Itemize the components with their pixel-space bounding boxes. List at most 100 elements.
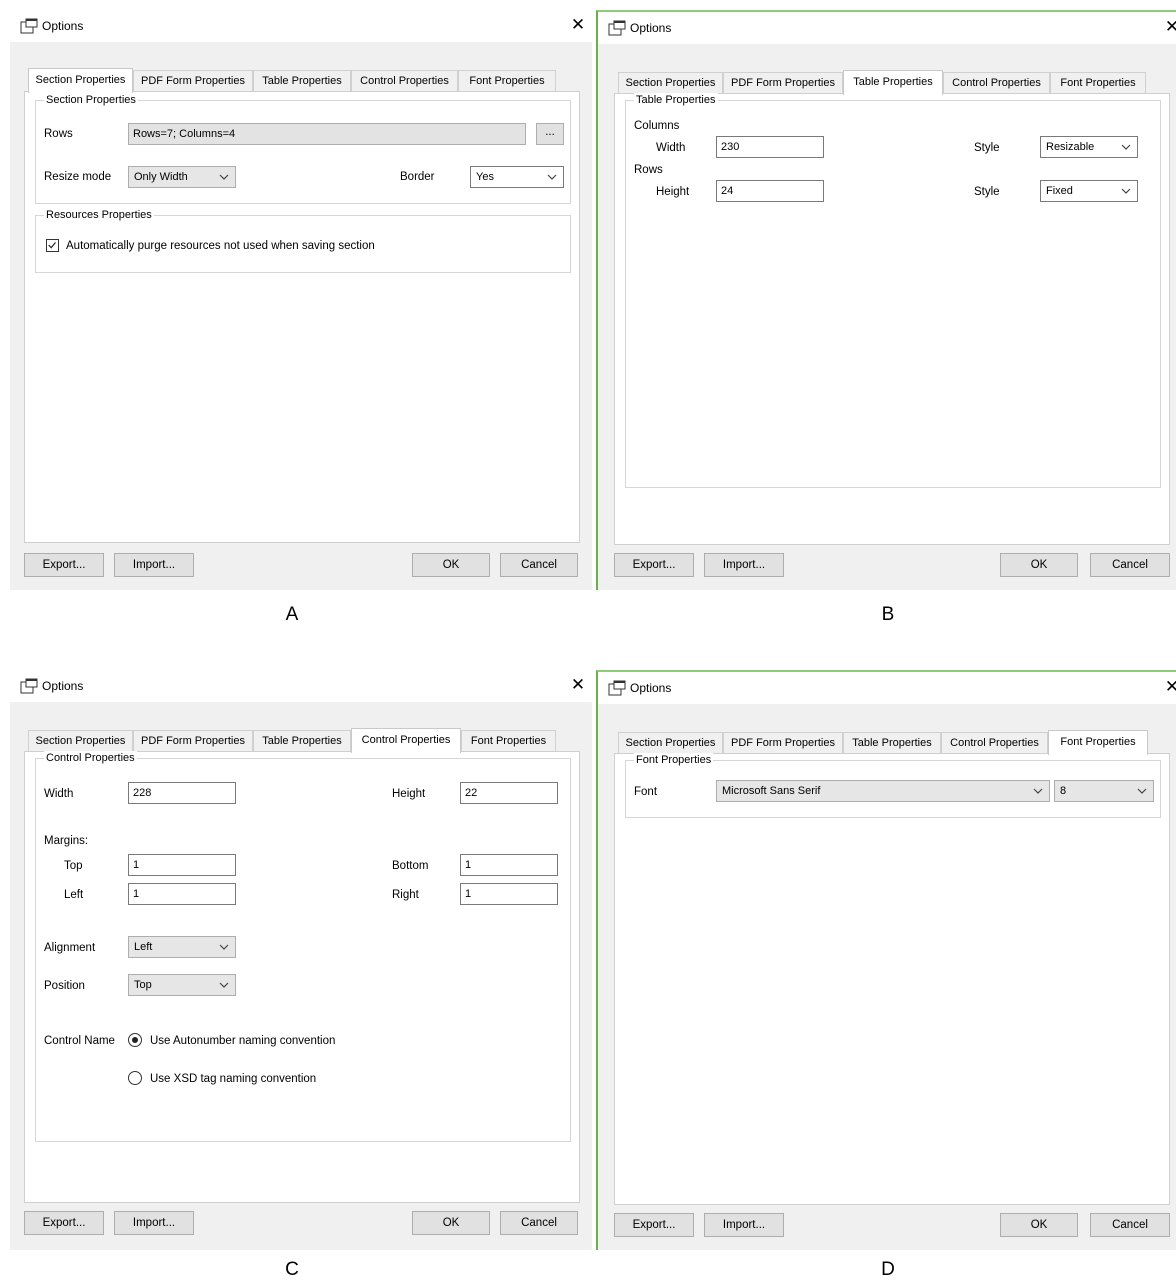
column-style-select[interactable]: Resizable	[1040, 136, 1138, 158]
tab-table-properties[interactable]: Table Properties	[843, 70, 943, 95]
title-bar: Options ✕	[10, 10, 592, 42]
tab-control-properties[interactable]: Control Properties	[351, 728, 461, 753]
xsd-tag-radio[interactable]	[128, 1071, 142, 1085]
border-select[interactable]: Yes	[470, 166, 564, 188]
tab-strip: Section Properties PDF Form Properties T…	[28, 728, 568, 753]
tab-pdf-form-properties[interactable]: PDF Form Properties	[133, 70, 253, 92]
row-style-select[interactable]: Fixed	[1040, 180, 1138, 202]
panel-caption-c: C	[285, 1259, 299, 1280]
tab-section-properties[interactable]: Section Properties	[618, 72, 723, 94]
title-bar: Options ✕	[598, 672, 1176, 704]
import-button[interactable]: Import...	[704, 1213, 784, 1237]
import-button[interactable]: Import...	[114, 553, 194, 577]
tab-page: Control Properties Width 228 Height 22 M…	[24, 751, 580, 1203]
width-label: Width	[656, 142, 686, 154]
checkmark-icon	[48, 242, 56, 249]
tab-control-properties[interactable]: Control Properties	[351, 70, 458, 92]
purge-checkbox-label[interactable]: Automatically purge resources not used w…	[66, 239, 375, 253]
title-bar: Options ✕	[598, 12, 1176, 44]
close-icon[interactable]: ✕	[1162, 677, 1176, 697]
group-title: Control Properties	[44, 751, 137, 765]
rows-label: Rows	[44, 128, 73, 140]
font-label: Font	[634, 786, 658, 798]
ok-button[interactable]: OK	[412, 553, 490, 577]
font-family-select[interactable]: Microsoft Sans Serif	[716, 780, 1050, 802]
tab-section-properties[interactable]: Section Properties	[618, 732, 723, 754]
column-width-input[interactable]: 230	[716, 136, 824, 158]
options-dialog-d: Options ✕ Section Properties PDF Form Pr…	[596, 670, 1176, 1250]
close-icon[interactable]: ✕	[568, 675, 588, 695]
ok-button[interactable]: OK	[1000, 553, 1078, 577]
tab-pdf-form-properties[interactable]: PDF Form Properties	[133, 730, 253, 752]
control-name-label: Control Name	[44, 1035, 115, 1047]
export-button[interactable]: Export...	[24, 1211, 104, 1235]
width-input[interactable]: 228	[128, 782, 236, 804]
font-size-value: 8	[1060, 785, 1067, 797]
position-select[interactable]: Top	[128, 974, 236, 996]
tab-control-properties[interactable]: Control Properties	[941, 732, 1048, 754]
chevron-down-icon	[1137, 788, 1147, 794]
close-icon[interactable]: ✕	[568, 15, 588, 35]
tab-page: Font Properties Font Microsoft Sans Seri…	[614, 753, 1170, 1205]
rows-browse-button[interactable]: ...	[536, 123, 564, 145]
margin-left-input[interactable]: 1	[128, 883, 236, 905]
tab-pdf-form-properties[interactable]: PDF Form Properties	[723, 732, 843, 754]
group-title: Section Properties	[44, 93, 138, 107]
xsd-tag-radio-label[interactable]: Use XSD tag naming convention	[150, 1072, 316, 1086]
panel-caption-d: D	[881, 1259, 895, 1280]
tab-table-properties[interactable]: Table Properties	[253, 730, 351, 752]
close-icon[interactable]: ✕	[1162, 17, 1176, 37]
margin-right-input[interactable]: 1	[460, 883, 558, 905]
tab-font-properties[interactable]: Font Properties	[1050, 72, 1146, 94]
cancel-button[interactable]: Cancel	[500, 553, 578, 577]
tab-table-properties[interactable]: Table Properties	[253, 70, 351, 92]
tab-font-properties[interactable]: Font Properties	[458, 70, 556, 92]
tab-pdf-form-properties[interactable]: PDF Form Properties	[723, 72, 843, 94]
tab-font-properties[interactable]: Font Properties	[1048, 730, 1148, 755]
position-value: Top	[134, 979, 152, 991]
options-window-icon	[20, 18, 38, 34]
tab-section-properties[interactable]: Section Properties	[28, 730, 133, 752]
export-button[interactable]: Export...	[614, 1213, 694, 1237]
panel-caption-a: A	[285, 604, 299, 625]
options-dialog-c: Options ✕ Section Properties PDF Form Pr…	[10, 670, 592, 1250]
options-dialog-a: Options ✕ Section Properties PDF Form Pr…	[10, 10, 592, 590]
autonumber-radio[interactable]	[128, 1033, 142, 1047]
cancel-button[interactable]: Cancel	[1090, 1213, 1170, 1237]
ok-button[interactable]: OK	[1000, 1213, 1078, 1237]
options-window-icon	[608, 20, 626, 36]
cancel-button[interactable]: Cancel	[500, 1211, 578, 1235]
font-size-select[interactable]: 8	[1054, 780, 1154, 802]
row-style-value: Fixed	[1046, 185, 1073, 197]
options-window-icon	[20, 678, 38, 694]
cancel-button[interactable]: Cancel	[1090, 553, 1170, 577]
resources-properties-group: Resources Properties Automatically purge…	[35, 208, 571, 273]
rows-field[interactable]: Rows=7; Columns=4	[128, 123, 526, 145]
import-button[interactable]: Import...	[704, 553, 784, 577]
tab-table-properties[interactable]: Table Properties	[843, 732, 941, 754]
panel-caption-b: B	[881, 604, 895, 625]
resize-mode-value: Only Width	[134, 171, 188, 183]
height-input[interactable]: 22	[460, 782, 558, 804]
group-title: Resources Properties	[44, 208, 154, 222]
row-height-input[interactable]: 24	[716, 180, 824, 202]
export-button[interactable]: Export...	[24, 553, 104, 577]
margin-top-input[interactable]: 1	[128, 854, 236, 876]
top-label: Top	[64, 860, 83, 872]
ok-button[interactable]: OK	[412, 1211, 490, 1235]
tab-section-properties[interactable]: Section Properties	[28, 68, 133, 93]
window-title: Options	[630, 21, 672, 35]
margin-bottom-input[interactable]: 1	[460, 854, 558, 876]
font-family-value: Microsoft Sans Serif	[722, 785, 821, 797]
alignment-select[interactable]: Left	[128, 936, 236, 958]
column-style-label: Style	[974, 142, 1000, 154]
purge-checkbox[interactable]	[46, 239, 59, 252]
resize-mode-select[interactable]: Only Width	[128, 166, 236, 188]
chevron-down-icon	[219, 982, 229, 988]
import-button[interactable]: Import...	[114, 1211, 194, 1235]
tab-control-properties[interactable]: Control Properties	[943, 72, 1050, 94]
export-button[interactable]: Export...	[614, 553, 694, 577]
autonumber-radio-label[interactable]: Use Autonumber naming convention	[150, 1034, 335, 1048]
tab-font-properties[interactable]: Font Properties	[461, 730, 556, 752]
position-label: Position	[44, 980, 85, 992]
